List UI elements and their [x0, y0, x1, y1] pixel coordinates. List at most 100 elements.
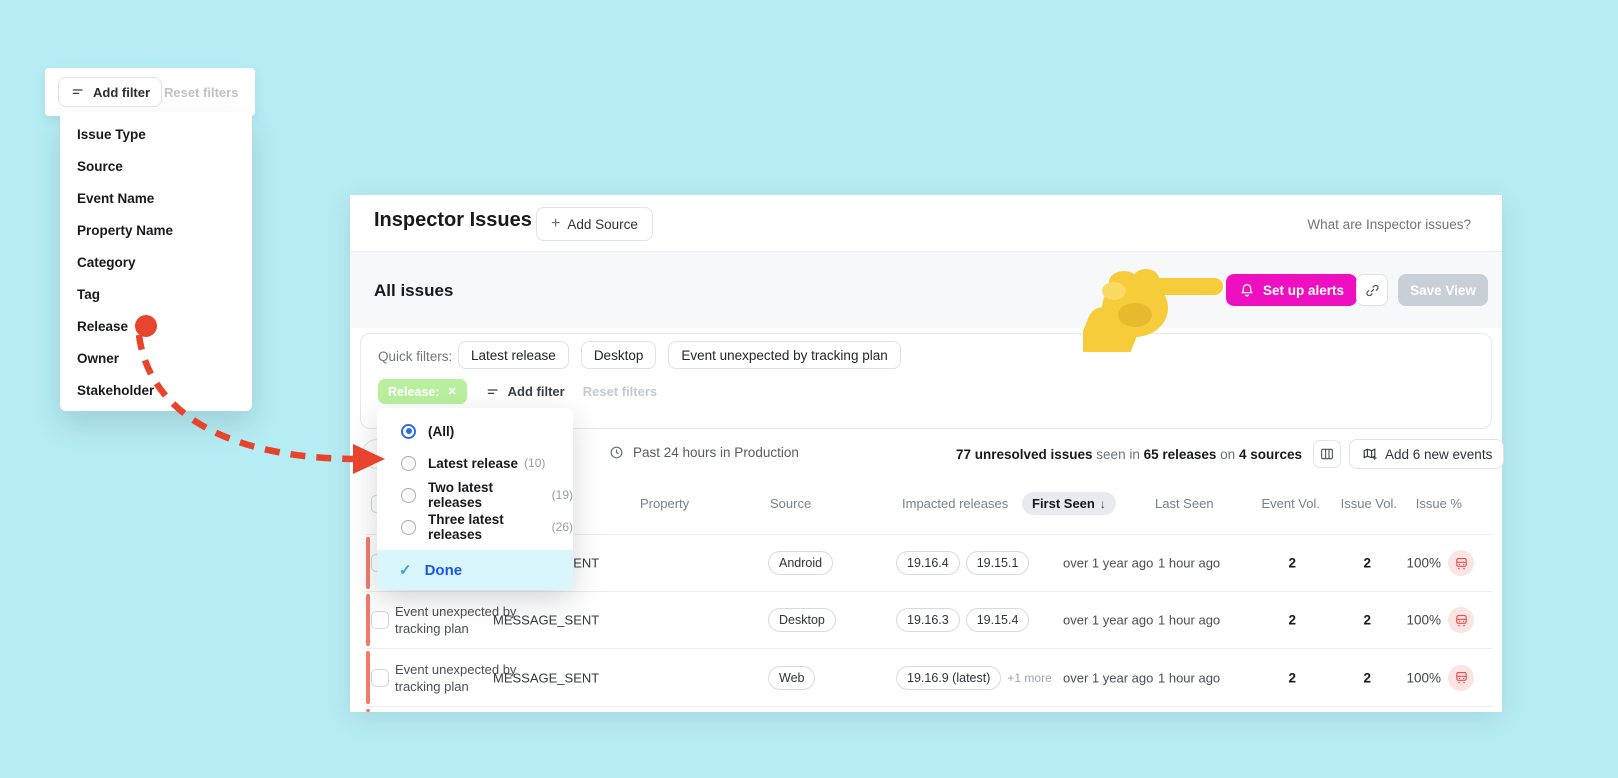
table-columns-button[interactable] [1313, 440, 1341, 468]
reset-filters-button[interactable]: Reset filters [583, 384, 657, 399]
event-name-cell: MESSAGE_SENT [493, 670, 600, 685]
plus-icon: + [551, 214, 561, 232]
panel-add-filter-button[interactable]: Add filter [58, 77, 163, 107]
transport-action-icon[interactable] [1448, 550, 1474, 576]
summary-unresolved-count: 77 unresolved issues [955, 447, 1093, 462]
quick-filter-desktop[interactable]: Desktop [580, 341, 657, 369]
menu-item-category[interactable]: Category [60, 246, 252, 278]
issues-summary: 77 unresolved issues seen in 65 releases… [956, 447, 1302, 462]
first-seen-label: First Seen [1032, 496, 1095, 511]
add-filter-button[interactable]: Add filter [485, 384, 565, 400]
event-name-cell: MESSAGE_SENT [493, 612, 600, 628]
pointing-hand-emoji [1083, 269, 1223, 352]
col-header-event-vol[interactable]: Event Vol. [1240, 496, 1320, 511]
col-header-first-seen[interactable]: First Seen ↓ [1022, 492, 1116, 515]
col-header-issue-pct[interactable]: Issue % [1382, 496, 1462, 511]
issue-severity-stripe [366, 537, 370, 589]
summary-text: seen in [1092, 447, 1144, 462]
col-header-source[interactable]: Source [770, 496, 811, 511]
transport-action-icon[interactable] [1448, 607, 1474, 633]
set-up-alerts-button[interactable]: Set up alerts [1226, 274, 1358, 306]
table-row[interactable]: Event unexpected bytracking plan MESSAGE… [366, 648, 1492, 706]
menu-item-stakeholder[interactable]: Stakeholder [60, 374, 252, 406]
issue-volume-cell: 2 [1363, 612, 1371, 628]
copy-link-button[interactable] [1356, 274, 1388, 306]
radio-icon [401, 519, 416, 535]
time-range[interactable]: Past 24 hours in Production [608, 444, 799, 461]
col-header-last-seen[interactable]: Last Seen [1155, 496, 1214, 511]
bell-icon [1241, 284, 1253, 297]
set-up-alerts-label: Set up alerts [1263, 282, 1345, 298]
filter-icon [72, 89, 83, 94]
event-volume-cell: 2 [1288, 670, 1296, 685]
source-chip: Web [768, 665, 816, 690]
last-seen-cell: 1 hour ago [1158, 670, 1221, 685]
row-checkbox[interactable] [371, 611, 389, 629]
table-row[interactable]: Event unexpected bytracking plan MESSAGE… [366, 591, 1492, 648]
row-checkbox[interactable] [371, 668, 389, 687]
issue-percent-cell: 100% [1406, 555, 1441, 571]
release-chip: 19.16.3 [896, 608, 960, 632]
add-new-events-label: Add 6 new events [1385, 446, 1493, 462]
dropdown-done-button[interactable]: ✓ Done [377, 550, 573, 590]
quick-filter-event-unexpected[interactable]: Event unexpected by tracking plan [668, 341, 901, 369]
option-count: (10) [524, 456, 546, 470]
first-seen-cell: over 1 year ago [1063, 612, 1154, 628]
release-option-all[interactable]: (All) [377, 415, 573, 447]
summary-source-count: 4 sources [1238, 447, 1302, 462]
release-option-latest[interactable]: Latest release (10) [377, 447, 573, 479]
menu-item-release[interactable]: Release [60, 310, 252, 342]
time-range-label: Past 24 hours in Production [633, 445, 799, 460]
clock-icon [610, 446, 623, 459]
quick-filter-latest-release[interactable]: Latest release [458, 341, 569, 369]
menu-item-issue-type[interactable]: Issue Type [60, 118, 252, 150]
menu-item-source[interactable]: Source [60, 150, 252, 182]
issue-percent-cell: 100% [1406, 612, 1441, 628]
check-icon: ✓ [399, 562, 412, 579]
impacted-releases-cell: 19.16.4 19.15.1 [896, 551, 1035, 575]
columns-icon [1321, 448, 1333, 460]
event-volume-cell: 2 [1288, 555, 1296, 571]
event-volume-cell: 2 [1288, 612, 1296, 628]
issue-percent-cell: 100% [1406, 670, 1441, 685]
panel-add-filter-label: Add filter [93, 84, 151, 100]
add-source-label: Add Source [567, 216, 638, 232]
more-releases-label: +1 more [1007, 670, 1052, 685]
release-filter-chip[interactable]: Release: ✕ [378, 379, 467, 404]
option-label: (All) [428, 423, 455, 439]
menu-item-event-name[interactable]: Event Name [60, 182, 252, 214]
release-filter-chip-label: Release: [388, 384, 440, 399]
map-plus-icon [1363, 447, 1377, 460]
summary-release-count: 65 releases [1143, 447, 1217, 462]
remove-filter-icon[interactable]: ✕ [447, 385, 456, 398]
page-title: Inspector Issues [374, 209, 532, 231]
table-row-partial [366, 706, 1492, 712]
option-label: Three latest releases [428, 512, 504, 542]
col-header-property[interactable]: Property [640, 496, 689, 511]
radio-icon [401, 455, 416, 471]
release-option-three-latest[interactable]: Three latest releases (26) [377, 511, 573, 543]
release-chip: 19.15.4 [965, 608, 1030, 632]
help-link[interactable]: What are Inspector issues? [1307, 217, 1471, 232]
first-seen-cell: over 1 year ago [1063, 670, 1154, 685]
impacted-releases-cell: 19.16.3 19.15.4 [896, 608, 1035, 632]
menu-item-tag[interactable]: Tag [60, 278, 252, 310]
add-source-button[interactable]: + Add Source [536, 207, 653, 241]
issue-severity-stripe [366, 709, 370, 712]
sort-desc-icon: ↓ [1099, 496, 1106, 511]
release-option-two-latest[interactable]: Two latest releases (19) [377, 479, 573, 511]
option-label: Two latest releases [428, 480, 494, 510]
quick-filters-label: Quick filters: [378, 349, 453, 364]
transport-action-icon[interactable] [1448, 664, 1474, 691]
save-view-button[interactable]: Save View [1398, 274, 1488, 306]
panel-reset-filters-button[interactable]: Reset filters [164, 85, 238, 100]
source-chip: Desktop [768, 608, 836, 632]
release-chip: 19.16.9 (latest) [896, 665, 1002, 690]
menu-item-owner[interactable]: Owner [60, 342, 252, 374]
last-seen-cell: 1 hour ago [1158, 555, 1221, 571]
issue-severity-stripe [366, 594, 370, 646]
summary-text: on [1216, 447, 1239, 462]
col-header-impacted-releases[interactable]: Impacted releases [902, 496, 1008, 511]
menu-item-property-name[interactable]: Property Name [60, 214, 252, 246]
add-new-events-button[interactable]: Add 6 new events [1349, 439, 1505, 469]
